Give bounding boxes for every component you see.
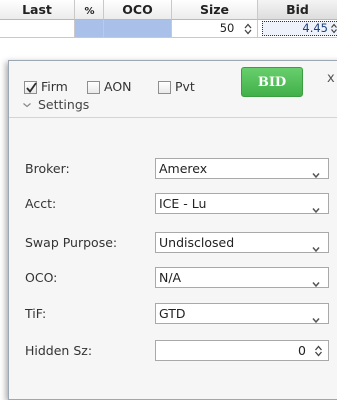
oco-value: N/A	[159, 270, 182, 285]
column-header-bid[interactable]: Bid	[258, 0, 337, 20]
last-cell[interactable]	[0, 20, 75, 38]
chevron-down-icon	[22, 97, 32, 112]
swap-purpose-value: Undisclosed	[159, 235, 235, 250]
close-icon[interactable]: x	[327, 71, 335, 86]
order-grid: Last % OCO Size Bid 50 4.45	[0, 0, 337, 58]
aon-label: AON	[104, 79, 132, 94]
settings-divider	[9, 117, 337, 118]
tif-value: GTD	[159, 306, 186, 321]
tif-label: TiF:	[25, 306, 47, 321]
oco-select[interactable]: N/A	[155, 267, 329, 288]
dropdown-arrow-icon	[312, 274, 320, 293]
broker-select[interactable]: Amerex	[155, 158, 329, 179]
bid-button[interactable]: BID	[241, 67, 303, 97]
tif-select[interactable]: GTD	[155, 303, 329, 324]
hidden-size-label: Hidden Sz:	[25, 343, 93, 358]
bid-stepper-icon[interactable]	[330, 22, 337, 38]
dropdown-arrow-icon	[312, 239, 320, 258]
oco-label: OCO:	[25, 270, 58, 285]
bid-input[interactable]: 4.45	[262, 21, 337, 36]
column-header-size[interactable]: Size	[172, 0, 258, 20]
hidden-size-value: 0	[298, 343, 306, 358]
acct-select[interactable]: ICE - Lu	[155, 193, 329, 214]
column-header-oco[interactable]: OCO	[104, 0, 172, 20]
swap-purpose-select[interactable]: Undisclosed	[155, 232, 329, 253]
pvt-checkbox[interactable]	[158, 81, 171, 94]
oco-cell[interactable]	[104, 20, 172, 38]
acct-label: Acct:	[25, 196, 57, 211]
column-header-percent[interactable]: %	[75, 0, 104, 20]
size-value: 50	[219, 21, 235, 35]
hidden-size-input[interactable]: 0	[155, 340, 329, 361]
hidden-size-stepper-icon[interactable]	[314, 344, 323, 363]
firm-label: Firm	[41, 79, 68, 94]
settings-toggle[interactable]: Settings	[22, 97, 89, 112]
firm-checkbox[interactable]	[24, 81, 37, 94]
settings-label: Settings	[38, 97, 90, 112]
percent-cell[interactable]	[75, 20, 104, 38]
pvt-label: Pvt	[175, 79, 195, 94]
dropdown-arrow-icon	[312, 200, 320, 219]
bid-cell[interactable]: 4.45	[258, 20, 337, 38]
aon-checkbox[interactable]	[87, 81, 100, 94]
broker-value: Amerex	[159, 161, 208, 176]
broker-label: Broker:	[25, 161, 70, 176]
dropdown-arrow-icon	[312, 165, 320, 184]
checkmark-icon	[26, 82, 37, 93]
size-stepper-icon[interactable]	[243, 22, 253, 36]
bid-value: 4.45	[302, 21, 328, 35]
column-header-last[interactable]: Last	[0, 0, 75, 20]
acct-value: ICE - Lu	[159, 196, 207, 211]
dropdown-arrow-icon	[312, 310, 320, 329]
size-cell[interactable]: 50	[172, 20, 258, 38]
swap-purpose-label: Swap Purpose:	[25, 235, 118, 250]
percent-label: %	[84, 6, 94, 17]
